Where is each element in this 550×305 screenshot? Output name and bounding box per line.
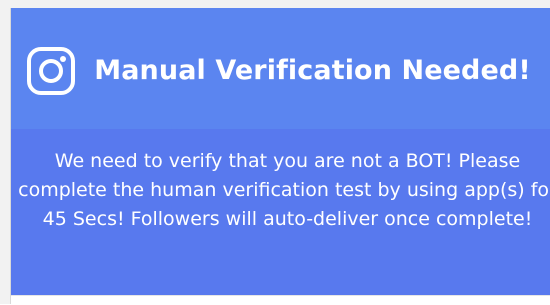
instagram-icon — [26, 46, 76, 96]
dialog-body: We need to verify that you are not a BOT… — [11, 129, 550, 295]
verification-message: We need to verify that you are not a BOT… — [18, 150, 550, 230]
dialog-header-content: Manual Verification Needed! — [26, 46, 531, 96]
dialog-title: Manual Verification Needed! — [94, 55, 531, 86]
dialog-header: Manual Verification Needed! — [11, 8, 550, 129]
